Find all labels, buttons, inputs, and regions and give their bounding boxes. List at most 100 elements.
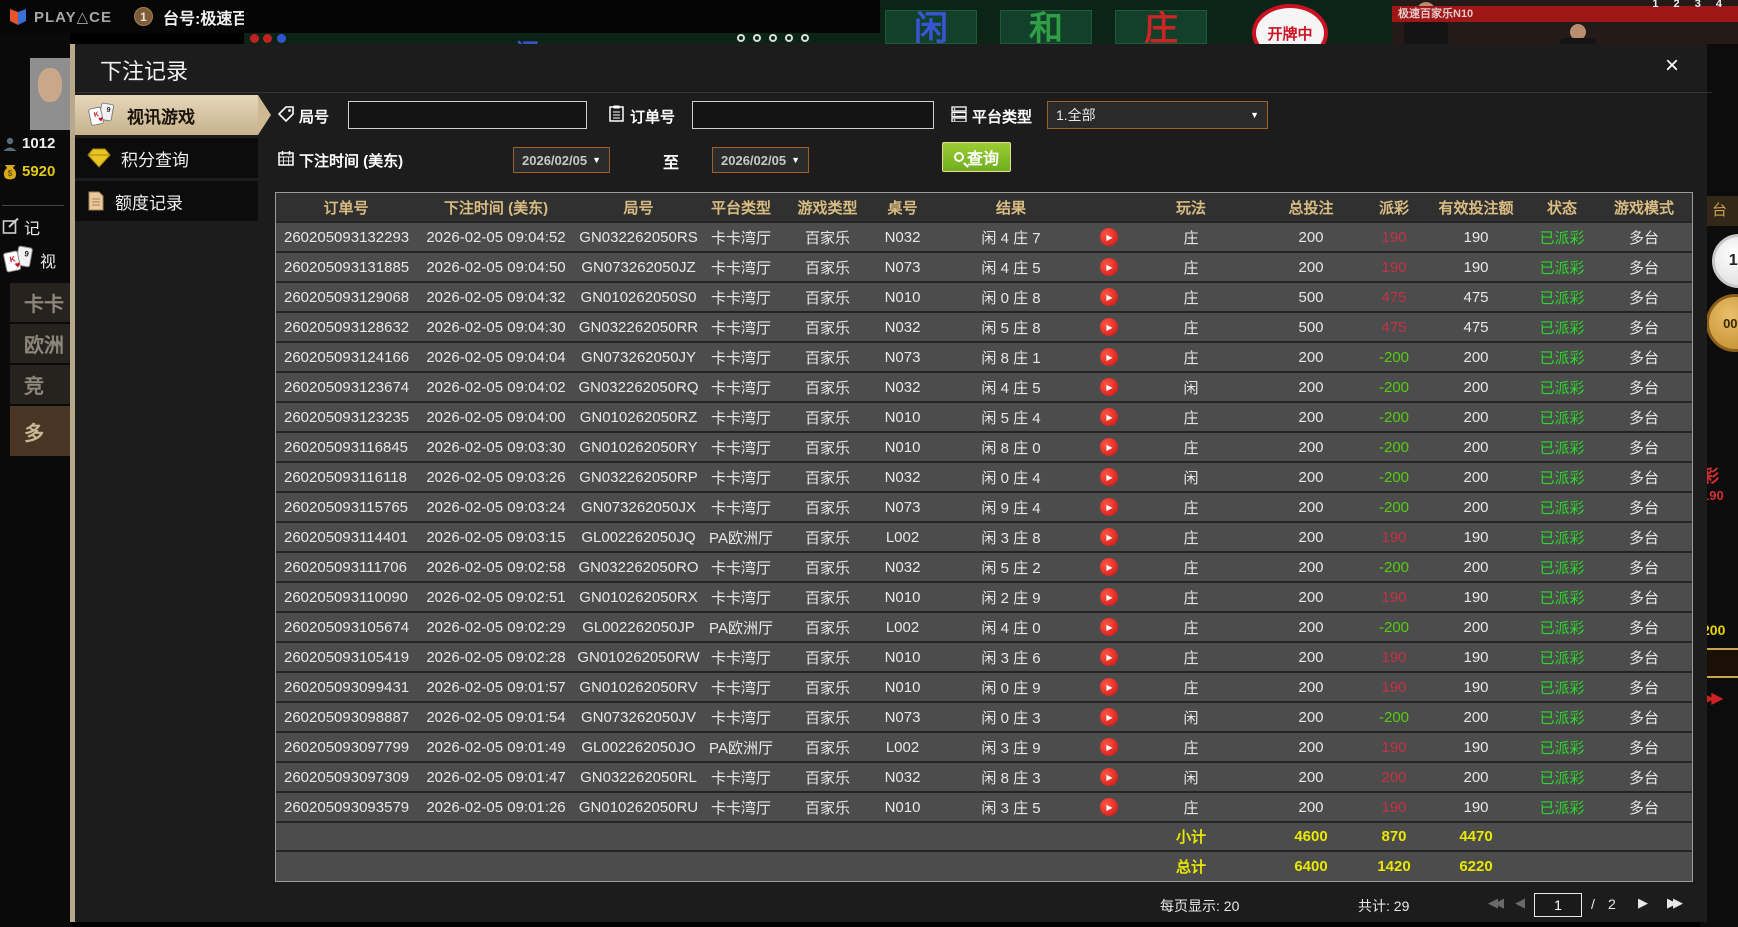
lobby-item-kaka[interactable]: 卡卡 [10,283,70,322]
next-page-button[interactable]: ▶ [1638,895,1648,911]
round-number-input[interactable] [348,101,587,129]
platform-type-select[interactable]: 1.全部 ▼ [1047,101,1268,129]
cell: N073 [884,258,921,276]
cell: N010 [884,288,921,306]
search-button[interactable]: 查询 [942,142,1011,172]
date-from-select[interactable]: 2026/02/05 ▼ [513,147,610,173]
cell: 闲 [1183,469,1199,487]
cell: 已派彩 [1539,229,1585,247]
cell: N032 [884,228,921,246]
cell: 百家乐 [804,709,850,727]
cell: PA欧洲厅 [709,529,773,547]
chevron-down-icon: ▼ [592,155,601,165]
bet-area-tie[interactable]: 和 [1000,10,1092,44]
cell: 200 [1298,618,1324,636]
playace-logo: PLAY△CE [8,7,112,27]
cell: N032 [884,378,921,396]
cell: 200 [1463,348,1489,366]
last-page-button[interactable]: ▶▶ [1667,895,1683,911]
replay-icon[interactable]: ▶ [1099,738,1118,756]
replay-icon[interactable]: ▶ [1099,468,1118,486]
cell: ▶ [1091,403,1126,431]
replay-icon[interactable]: ▶ [1099,798,1118,816]
per-page-value: 20 [1223,898,1240,914]
replay-icon[interactable]: ▶ [1099,558,1118,576]
replay-icon[interactable]: ▶ [1099,768,1118,786]
replay-icon[interactable]: ▶ [1099,708,1118,726]
tab-video-games[interactable]: 9 K ♥ 视讯游戏 [75,95,271,135]
replay-icon[interactable]: ▶ [1099,678,1118,696]
replay-icon[interactable]: ▶ [1099,648,1118,666]
cell: 卡卡湾厅 [710,349,771,367]
tab-points-query[interactable]: 积分查询 [75,138,258,178]
cell: 260205093098887 [284,708,410,726]
chip-100k[interactable]: 00K [1706,294,1738,352]
tab-credit-records[interactable]: 额度记录 [75,181,258,221]
date-to-select[interactable]: 2026/02/05 ▼ [712,147,809,173]
replay-icon[interactable]: ▶ [1099,408,1118,426]
cell: 已派彩 [1539,649,1585,667]
date-from-value: 2026/02/05 [522,152,588,168]
replay-icon[interactable]: ▶ [1099,378,1118,396]
column-header: 游戏模式 [1613,199,1674,217]
order-number-input[interactable] [692,101,934,129]
cell: 260205093116845 [284,438,409,456]
user-avatar[interactable] [30,58,70,130]
close-icon[interactable]: × [1665,54,1679,78]
replay-icon[interactable]: ▶ [1099,588,1118,606]
tag-icon [278,106,294,122]
cell: -200 [1378,618,1410,636]
lobby-item-label: 卡卡 [24,294,64,316]
lobby-item-label: 欧洲 [24,335,64,357]
cell: 190 [1381,258,1407,276]
column-header: 下注时间 (美东) [443,199,549,217]
cell: 闲 0 庄 8 [981,289,1041,307]
cell: 2026-02-05 09:03:24 [426,498,566,516]
column-header: 总投注 [1288,199,1334,217]
bet-area-banker[interactable]: 庄 [1115,10,1207,44]
cell: ▶ [1091,523,1126,551]
logo-text: PLAY△CE [34,8,113,26]
video-games-cards-icon[interactable]: 9 K ♥ [2,245,36,275]
cell: 已派彩 [1539,409,1585,427]
chip-1k[interactable]: 1K [1712,234,1738,288]
cell: 190 [1463,588,1489,606]
lobby-item-europe[interactable]: 欧洲 [10,324,70,363]
cell: 闲 8 庄 1 [981,349,1041,367]
cell: 卡卡湾厅 [710,799,771,817]
replay-icon[interactable]: ▶ [1099,498,1118,516]
cell: GN073262050JX [580,498,697,516]
replay-icon[interactable]: ▶ [1099,318,1118,336]
replay-icon[interactable]: ▶ [1099,528,1118,546]
cell: 190 [1463,678,1489,696]
edit-note-icon[interactable] [2,218,20,236]
cell: 200 [1463,468,1489,486]
bet-area-player[interactable]: 闲 [885,10,977,44]
tab-label: 视讯游戏 [127,107,195,127]
cell: L002 [885,528,920,546]
cell: 2026-02-05 09:02:58 [426,558,566,576]
prev-page-button[interactable]: ◀ [1515,895,1525,911]
replay-icon[interactable]: ▶ [1099,288,1118,306]
replay-icon[interactable]: ▶ [1099,618,1118,636]
first-page-button[interactable]: ◀◀ [1488,895,1504,911]
cell: 多台 [1628,349,1659,367]
cell: -200 [1378,708,1410,726]
table-row: 260205093131885 2026-02-05 09:04:50 GN0732… [276,253,1692,283]
lobby-item-multi[interactable]: 多 [10,406,70,456]
page-number-input[interactable] [1534,893,1582,917]
replay-icon[interactable]: ▶ [1099,228,1118,246]
replay-icon[interactable]: ▶ [1099,348,1118,366]
cell: GN032262050RS [579,228,698,246]
replay-icon[interactable]: ▶ [1099,438,1118,456]
table-row: 260205093123235 2026-02-05 09:04:00 GN0102… [276,403,1692,433]
cell: 多台 [1628,529,1659,547]
bead-icon [737,34,745,42]
table-row: 260205093129068 2026-02-05 09:04:32 GN0102… [276,283,1692,313]
cell: 190 [1381,738,1407,756]
screen: PLAY△CE 1 台号:极速百家乐N10 游戏局号:GN010262050S2… [0,0,1738,927]
table-row: 260205093124166 2026-02-05 09:04:04 GN0732… [276,343,1692,373]
cell: 卡卡湾厅 [710,409,771,427]
lobby-item-jing[interactable]: 竞 [10,365,70,404]
replay-icon[interactable]: ▶ [1099,258,1118,276]
